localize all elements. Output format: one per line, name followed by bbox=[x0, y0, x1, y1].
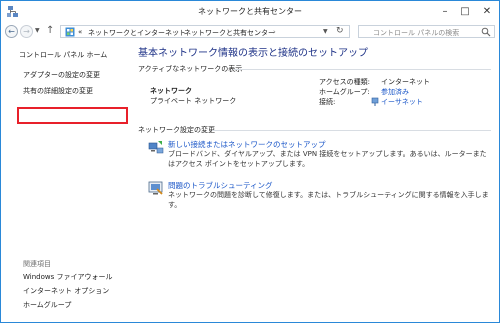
ethernet-link[interactable]: イーサネット bbox=[381, 97, 423, 107]
active-networks-heading: アクティブなネットワークの表示 bbox=[138, 65, 243, 73]
access-type-value: インターネット bbox=[381, 78, 430, 86]
control-panel-home-link[interactable]: コントロール パネル ホーム bbox=[19, 50, 107, 60]
access-type-label: アクセスの種類: bbox=[319, 78, 371, 86]
network-settings-heading: ネットワーク設定の変更 bbox=[138, 126, 215, 134]
search-box[interactable]: コントロール パネルの検索 bbox=[358, 25, 495, 38]
maximize-button[interactable]: □ bbox=[455, 1, 475, 21]
refresh-icon[interactable]: ↻ bbox=[336, 26, 344, 36]
address-bar[interactable]: « ネットワークとインターネット › ネットワークと共有センター › ▼ ↻ bbox=[60, 25, 350, 38]
setup-new-connection-description: ブロードバンド、ダイヤルアップ、または VPN 接続をセットアップします。あるい… bbox=[168, 150, 487, 168]
network-type[interactable]: プライベート ネットワーク bbox=[150, 96, 236, 106]
related-heading: 関連項目 bbox=[23, 260, 51, 268]
breadcrumb-overflow[interactable]: « bbox=[78, 28, 82, 36]
breadcrumb-separator-icon[interactable]: › bbox=[176, 28, 179, 36]
setup-new-connection-link[interactable]: 新しい接続またはネットワークのセットアップ bbox=[168, 139, 326, 150]
title-bar: ネットワークと共有センター – □ ✕ bbox=[1, 1, 499, 23]
recent-pages-dropdown[interactable]: ▼ bbox=[35, 27, 40, 34]
search-icon[interactable] bbox=[481, 27, 491, 37]
close-button[interactable]: ✕ bbox=[475, 1, 499, 21]
main-content: 基本ネットワーク情報の表示と接続のセットアップ アクティブなネットワークの表示 … bbox=[128, 41, 499, 322]
divider bbox=[212, 130, 491, 131]
minimize-button[interactable]: – bbox=[435, 1, 455, 21]
network-name: ネットワーク bbox=[150, 87, 192, 95]
windows-firewall-link[interactable]: Windows ファイアウォール bbox=[23, 272, 112, 282]
troubleshoot-problems-description: ネットワークの問題を診断して修復します。または、トラブルシューティングに関する情… bbox=[168, 191, 489, 209]
window: ネットワークと共有センター – □ ✕ ← → ▼ ↑ « ネットワークとインタ… bbox=[0, 0, 500, 323]
breadcrumb-separator-icon[interactable]: › bbox=[273, 28, 276, 36]
window-title: ネットワークと共有センター bbox=[198, 7, 302, 16]
breadcrumb-network-sharing-center[interactable]: ネットワークと共有センター bbox=[184, 28, 275, 38]
navigation-bar: ← → ▼ ↑ « ネットワークとインターネット › ネットワークと共有センター… bbox=[1, 23, 499, 41]
address-dropdown-icon[interactable]: ▼ bbox=[323, 28, 328, 35]
network-setup-icon bbox=[148, 141, 164, 154]
search-input[interactable]: コントロール パネルの検索 bbox=[373, 28, 459, 38]
homegroup-joined-link[interactable]: 参加済み bbox=[381, 87, 409, 97]
advanced-sharing-settings-link[interactable]: 共有の詳細設定の変更 bbox=[23, 86, 93, 96]
connection-label: 接続: bbox=[319, 98, 336, 106]
change-adapter-settings-link[interactable]: アダプターの設定の変更 bbox=[23, 70, 100, 80]
internet-options-link[interactable]: インターネット オプション bbox=[23, 286, 109, 296]
highlight-box bbox=[17, 107, 128, 124]
ethernet-icon bbox=[371, 97, 379, 106]
breadcrumb-network-internet[interactable]: ネットワークとインターネット bbox=[88, 28, 186, 38]
troubleshoot-icon bbox=[148, 181, 163, 195]
divider bbox=[233, 69, 491, 70]
homegroup-label: ホームグループ: bbox=[319, 88, 370, 96]
forward-button[interactable]: → bbox=[20, 25, 33, 38]
troubleshoot-problems-link[interactable]: 問題のトラブルシューティング bbox=[168, 180, 273, 191]
back-button[interactable]: ← bbox=[5, 25, 18, 38]
control-panel-icon bbox=[65, 27, 75, 37]
page-title: 基本ネットワーク情報の表示と接続のセットアップ bbox=[138, 48, 368, 59]
up-button[interactable]: ↑ bbox=[46, 25, 54, 36]
homegroup-link[interactable]: ホームグループ bbox=[23, 300, 71, 310]
